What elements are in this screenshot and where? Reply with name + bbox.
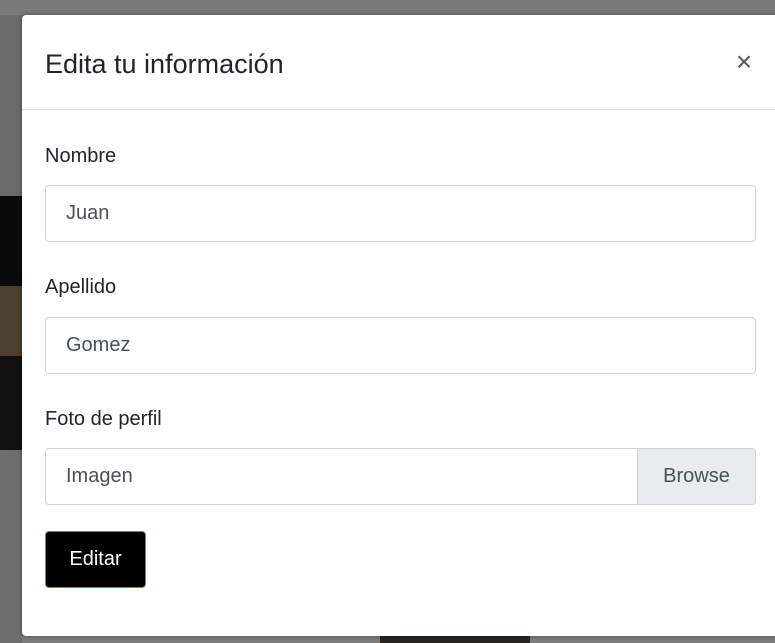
- close-icon: ×: [735, 46, 753, 77]
- backdrop-left-gray-block: [0, 450, 22, 643]
- foto-perfil-label: Foto de perfil: [45, 408, 162, 430]
- backdrop-left-dark-block: [0, 196, 22, 286]
- modal-header: Edita tu información ×: [22, 15, 775, 110]
- backdrop-left-brown-block: [0, 286, 22, 356]
- nombre-input[interactable]: [45, 185, 756, 242]
- close-button[interactable]: ×: [728, 45, 760, 79]
- nombre-label: Nombre: [45, 145, 117, 167]
- apellido-label: Apellido: [45, 276, 117, 298]
- browse-button[interactable]: Browse: [637, 449, 755, 504]
- file-input-placeholder: Imagen: [66, 465, 133, 487]
- apellido-input[interactable]: [45, 317, 756, 374]
- edit-profile-modal: Edita tu información × Nombre Apellido F…: [22, 15, 775, 636]
- modal-title: Edita tu información: [45, 49, 284, 79]
- editar-button[interactable]: Editar: [45, 531, 146, 588]
- foto-perfil-file-input[interactable]: Imagen Browse: [45, 448, 756, 505]
- backdrop-top-strip: [0, 0, 775, 15]
- backdrop-bottom-dark-patch: [380, 636, 530, 643]
- backdrop-left-dark-block-2: [0, 356, 22, 450]
